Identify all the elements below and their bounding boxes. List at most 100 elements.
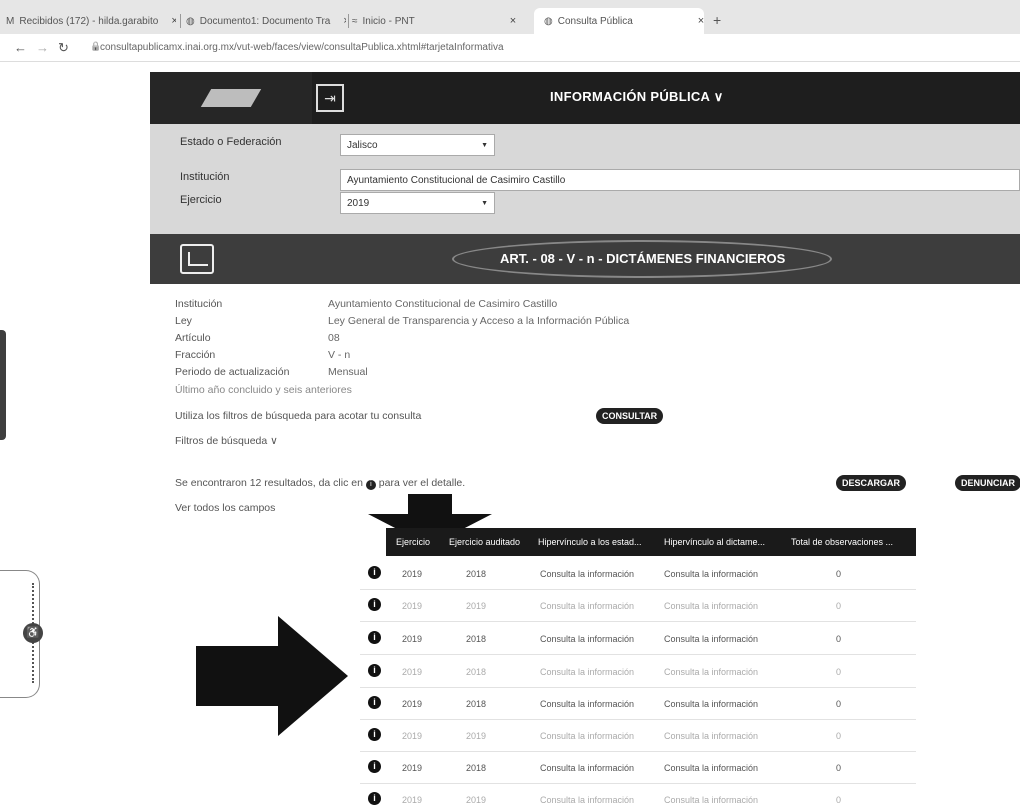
cell-ejercicio-auditado: 2018	[466, 569, 487, 579]
portal-header: ⇥ INFORMACIÓN PÚBLICA ∨	[150, 72, 1020, 124]
cell-hipervinculo-dictamen[interactable]: Consulta la información	[664, 699, 758, 709]
cell-hipervinculo-dictamen[interactable]: Consulta la información	[664, 667, 758, 677]
gmail-icon: M	[6, 15, 15, 27]
right-arrow-annotation	[196, 616, 348, 736]
info-value-institucion: Ayuntamiento Constitucional de Casimiro …	[328, 298, 558, 310]
table-row: i 2019 2019 Consulta la información Consulta…	[360, 720, 916, 752]
cell-hipervinculo-estados[interactable]: Consulta la información	[540, 569, 634, 579]
descargar-button[interactable]: DESCARGAR	[836, 475, 907, 491]
close-icon[interactable]: ×	[698, 15, 704, 27]
institucion-select[interactable]: Ayuntamiento Constitucional de Casimiro …	[340, 169, 1020, 191]
cell-total-observaciones: 0	[836, 634, 842, 644]
info-icon[interactable]: i	[368, 792, 381, 805]
cell-hipervinculo-dictamen[interactable]: Consulta la información	[664, 569, 758, 579]
back-icon[interactable]: ←	[14, 40, 27, 55]
accessibility-icon[interactable]: ♿	[23, 623, 43, 643]
tab-label: Recibidos (172) - hilda.garabito	[19, 15, 159, 27]
cell-total-observaciones: 0	[836, 699, 842, 709]
accessibility-widget[interactable]: ♿	[0, 570, 43, 698]
cell-hipervinculo-dictamen[interactable]: Consulta la información	[664, 601, 758, 611]
close-icon[interactable]: ×	[343, 15, 346, 27]
forward-icon[interactable]: →	[36, 40, 49, 55]
cell-hipervinculo-dictamen[interactable]: Consulta la información	[664, 731, 758, 741]
cell-total-observaciones: 0	[836, 601, 842, 611]
tab-pnt[interactable]: ≈ Inicio - PNT ×	[352, 10, 530, 32]
new-tab-button[interactable]: +	[713, 12, 721, 28]
filter-hint: Utiliza los filtros de búsqueda para aco…	[175, 410, 422, 422]
info-icon[interactable]: i	[368, 664, 381, 677]
tab-label: Documento1: Documento Tra	[199, 15, 331, 27]
exit-icon[interactable]: ⇥	[316, 84, 344, 112]
section-band: ART. - 08 - V - n - DICTÁMENES FINANCIER…	[150, 234, 1020, 284]
info-icon: i	[365, 480, 376, 490]
edge-decoration	[0, 330, 6, 440]
denunciar-button[interactable]: DENUNCIAR	[955, 475, 1020, 491]
header-title: INFORMACIÓN PÚBLICA	[550, 89, 710, 104]
cell-ejercicio-auditado: 2018	[466, 699, 487, 709]
cell-hipervinculo-estados[interactable]: Consulta la información	[540, 699, 634, 709]
cell-hipervinculo-estados[interactable]: Consulta la información	[540, 634, 634, 644]
tab-gmail[interactable]: M Recibidos (172) - hilda.garabito ×	[6, 10, 176, 32]
close-icon[interactable]: ×	[510, 15, 516, 27]
close-icon[interactable]: ×	[171, 15, 176, 27]
table-header: Ejercicio Ejercicio auditado Hipervíncul…	[386, 528, 916, 556]
info-icon[interactable]: i	[368, 696, 381, 709]
browser-tab-bar: M Recibidos (172) - hilda.garabito × ◍ D…	[0, 0, 1020, 34]
ejercicio-select[interactable]: 2019 ▼	[340, 192, 495, 214]
ver-todos-campos-link[interactable]: Ver todos los campos	[175, 502, 275, 514]
cell-total-observaciones: 0	[836, 795, 842, 805]
col-ejercicio-auditado[interactable]: Ejercicio auditado	[449, 537, 520, 547]
tab-consulta-publica[interactable]: ◍ Consulta Pública ×	[534, 8, 704, 34]
table-row: i 2019 2018 Consulta la información Consulta…	[360, 623, 916, 655]
caret-down-icon: ▼	[481, 199, 488, 207]
info-icon[interactable]: i	[368, 598, 381, 611]
cell-ejercicio: 2019	[402, 731, 423, 741]
cell-hipervinculo-dictamen[interactable]: Consulta la información	[664, 763, 758, 773]
cell-hipervinculo-estados[interactable]: Consulta la información	[540, 667, 634, 677]
tab-documento[interactable]: ◍ Documento1: Documento Tra ×	[186, 10, 346, 32]
info-value-articulo: 08	[328, 332, 340, 344]
cell-hipervinculo-dictamen[interactable]: Consulta la información	[664, 795, 758, 805]
url-text[interactable]: consultapublicamx.inai.org.mx/vut-web/fa…	[100, 42, 504, 53]
info-label-ley: Ley	[175, 315, 192, 327]
cell-hipervinculo-estados[interactable]: Consulta la información	[540, 731, 634, 741]
cell-hipervinculo-estados[interactable]: Consulta la información	[540, 601, 634, 611]
estado-select[interactable]: Jalisco ▼	[340, 134, 495, 156]
tab-label: Inicio - PNT	[362, 15, 415, 27]
info-icon[interactable]: i	[368, 566, 381, 579]
info-icon[interactable]: i	[368, 760, 381, 773]
info-icon[interactable]: i	[368, 631, 381, 644]
reload-icon[interactable]: ↻	[58, 40, 69, 56]
cell-ejercicio: 2019	[402, 601, 423, 611]
globe-icon: ◍	[186, 15, 195, 27]
info-label-periodo: Periodo de actualización	[175, 366, 290, 378]
col-hipervinculo-dictamen[interactable]: Hipervínculo al dictame...	[664, 537, 765, 547]
table-row: i 2019 2018 Consulta la información Consulta…	[360, 688, 916, 720]
cell-hipervinculo-estados[interactable]: Consulta la información	[540, 795, 634, 805]
ejercicio-label: Ejercicio	[180, 194, 222, 206]
site-logo[interactable]	[150, 72, 312, 124]
chevron-down-icon: ∨	[713, 89, 724, 104]
filters-panel: Estado o Federación Jalisco ▼ Institució…	[150, 124, 1020, 234]
cell-ejercicio-auditado: 2018	[466, 667, 487, 677]
filtros-toggle[interactable]: Filtros de búsqueda ∨	[175, 435, 278, 447]
col-total-observaciones[interactable]: Total de observaciones ...	[791, 537, 893, 547]
chart-document-icon	[180, 244, 214, 274]
globe-icon: ◍	[544, 15, 553, 27]
table-row: i 2019 2018 Consulta la información Consulta…	[360, 752, 916, 784]
cell-ejercicio: 2019	[402, 763, 423, 773]
estado-value: Jalisco	[347, 139, 378, 151]
info-value-periodo: Mensual	[328, 366, 368, 378]
col-hipervinculo-estados[interactable]: Hipervínculo a los estad...	[538, 537, 642, 547]
cell-total-observaciones: 0	[836, 731, 842, 741]
cell-ejercicio: 2019	[402, 795, 423, 805]
cell-ejercicio: 2019	[402, 667, 423, 677]
header-menu[interactable]: INFORMACIÓN PÚBLICA ∨	[550, 89, 724, 105]
cell-hipervinculo-estados[interactable]: Consulta la información	[540, 763, 634, 773]
info-icon[interactable]: i	[368, 728, 381, 741]
consultar-button[interactable]: CONSULTAR	[596, 408, 664, 424]
cell-ejercicio-auditado: 2018	[466, 634, 487, 644]
ejercicio-value: 2019	[347, 197, 370, 209]
col-ejercicio[interactable]: Ejercicio	[396, 537, 430, 547]
cell-hipervinculo-dictamen[interactable]: Consulta la información	[664, 634, 758, 644]
